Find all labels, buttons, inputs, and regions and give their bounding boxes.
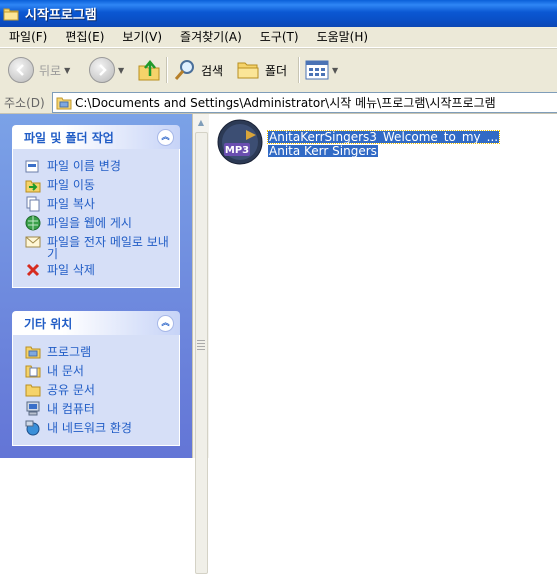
back-button[interactable]: 뒤로 ▼: [8, 55, 70, 85]
task-publish-web[interactable]: 파일을 웹에 게시: [25, 215, 179, 232]
place-my-documents[interactable]: 내 문서: [25, 363, 179, 380]
search-button[interactable]: 검색: [174, 55, 223, 85]
task-delete[interactable]: 파일 삭제: [25, 262, 179, 279]
email-icon: [25, 236, 41, 248]
up-folder-button[interactable]: [137, 55, 161, 85]
place-shared-documents[interactable]: 공유 문서: [25, 382, 179, 399]
address-input[interactable]: C:\Documents and Settings\Administrator\…: [52, 92, 557, 113]
place-my-computer-label: 내 컴퓨터: [47, 402, 95, 416]
menu-help[interactable]: 도움말(H): [308, 27, 378, 47]
file-name: AnitaKerrSingers3_Welcome_to_my_...: [266, 130, 501, 144]
copy-icon: [26, 196, 40, 212]
forward-dropdown-icon[interactable]: ▼: [118, 66, 124, 75]
collapse-icon[interactable]: ︽: [157, 314, 174, 332]
address-bar: 주소(D) C:\Documents and Settings\Administ…: [0, 91, 557, 114]
file-list-area[interactable]: MP3 AnitaKerrSingers3_Welcome_to_my_... …: [209, 114, 557, 458]
address-label: 주소(D): [4, 95, 45, 110]
address-path: C:\Documents and Settings\Administrator\…: [75, 96, 496, 110]
back-dropdown-icon[interactable]: ▼: [64, 66, 70, 75]
search-label: 검색: [201, 63, 224, 78]
pane-scrollbar[interactable]: ▲: [192, 114, 210, 574]
file-item[interactable]: MP3 AnitaKerrSingers3_Welcome_to_my_... …: [216, 118, 501, 166]
task-rename[interactable]: 파일 이름 변경: [25, 158, 179, 175]
scroll-up-icon[interactable]: ▲: [194, 116, 208, 130]
views-dropdown-icon[interactable]: ▼: [332, 66, 338, 75]
menu-favorites[interactable]: 즐겨찾기(A): [171, 27, 251, 47]
task-rename-label: 파일 이름 변경: [47, 159, 121, 173]
shared-documents-icon: [25, 384, 41, 397]
other-places-header[interactable]: 기타 위치 ︽: [12, 311, 180, 335]
move-icon: [25, 180, 41, 193]
network-places-icon: [25, 420, 40, 436]
forward-arrow-icon: [89, 57, 115, 83]
other-places-panel: 기타 위치 ︽ 프로그램 내 문서 공유 문서 내 컴퓨터 내 네트워크 환경: [12, 311, 180, 446]
toolbar: 뒤로 ▼ ▼ 검색 폴더 ▼: [0, 48, 557, 92]
file-tasks-title: 파일 및 폴더 작업: [24, 130, 114, 145]
folders-button[interactable]: 폴더: [236, 55, 287, 85]
place-my-documents-label: 내 문서: [47, 364, 84, 378]
file-artist: Anita Kerr Singers: [268, 144, 378, 158]
menu-tools[interactable]: 도구(T): [251, 27, 308, 47]
window-title: 시작프로그램: [25, 8, 97, 23]
folder-icon: [56, 97, 72, 109]
up-folder-icon: [138, 60, 160, 81]
task-email-label: 파일을 전자 메일로 보내기: [47, 235, 169, 261]
place-network[interactable]: 내 네트워크 환경: [25, 420, 179, 437]
mp3-badge: MP3: [225, 145, 249, 156]
task-copy[interactable]: 파일 복사: [25, 196, 179, 213]
folders-label: 폴더: [265, 63, 288, 78]
rename-icon: [25, 160, 39, 173]
collapse-icon[interactable]: ︽: [157, 128, 174, 146]
delete-icon: [26, 263, 40, 277]
task-delete-label: 파일 삭제: [47, 263, 95, 277]
back-arrow-icon: [8, 57, 34, 83]
publish-web-icon: [25, 215, 41, 231]
place-my-computer[interactable]: 내 컴퓨터: [25, 401, 179, 418]
task-publish-web-label: 파일을 웹에 게시: [47, 216, 132, 230]
back-label: 뒤로: [39, 63, 62, 78]
task-pane: 파일 및 폴더 작업 ︽ 파일 이름 변경 파일 이동 파일 복사 파일을 웹에…: [0, 114, 192, 458]
place-programs[interactable]: 프로그램: [25, 344, 179, 361]
menu-edit[interactable]: 편집(E): [56, 27, 113, 47]
file-tasks-panel: 파일 및 폴더 작업 ︽ 파일 이름 변경 파일 이동 파일 복사 파일을 웹에…: [12, 125, 180, 288]
task-move[interactable]: 파일 이동: [25, 177, 179, 194]
views-icon: [305, 60, 329, 80]
mp3-file-icon: MP3: [217, 119, 263, 165]
grip-icon: [197, 340, 205, 352]
views-button[interactable]: ▼: [305, 55, 338, 85]
folders-icon: [237, 62, 259, 79]
file-tasks-list: 파일 이름 변경 파일 이동 파일 복사 파일을 웹에 게시 파일을 전자 메일…: [12, 149, 180, 288]
search-icon: [174, 60, 194, 80]
file-tasks-header[interactable]: 파일 및 폴더 작업 ︽: [12, 125, 180, 149]
title-bar[interactable]: 시작프로그램: [0, 0, 557, 27]
other-places-list: 프로그램 내 문서 공유 문서 내 컴퓨터 내 네트워크 환경: [12, 335, 180, 446]
place-programs-label: 프로그램: [47, 345, 92, 359]
other-places-title: 기타 위치: [24, 316, 73, 331]
menu-file[interactable]: 파일(F): [0, 27, 56, 47]
folder-icon: [3, 8, 19, 20]
place-shared-documents-label: 공유 문서: [47, 383, 95, 397]
menu-bar: 파일(F) 편집(E) 보기(V) 즐겨찾기(A) 도구(T) 도움말(H): [0, 27, 557, 48]
scroll-thumb[interactable]: [195, 132, 208, 574]
programs-folder-icon: [25, 346, 41, 359]
file-label: AnitaKerrSingers3_Welcome_to_my_... Anit…: [266, 130, 501, 166]
my-documents-icon: [25, 365, 41, 378]
my-computer-icon: [26, 401, 40, 416]
task-copy-label: 파일 복사: [47, 197, 95, 211]
menu-view[interactable]: 보기(V): [113, 27, 171, 47]
place-network-label: 내 네트워크 환경: [47, 421, 132, 435]
task-move-label: 파일 이동: [47, 178, 95, 192]
forward-button[interactable]: ▼: [89, 55, 124, 85]
task-email[interactable]: 파일을 전자 메일로 보내기: [25, 234, 179, 260]
